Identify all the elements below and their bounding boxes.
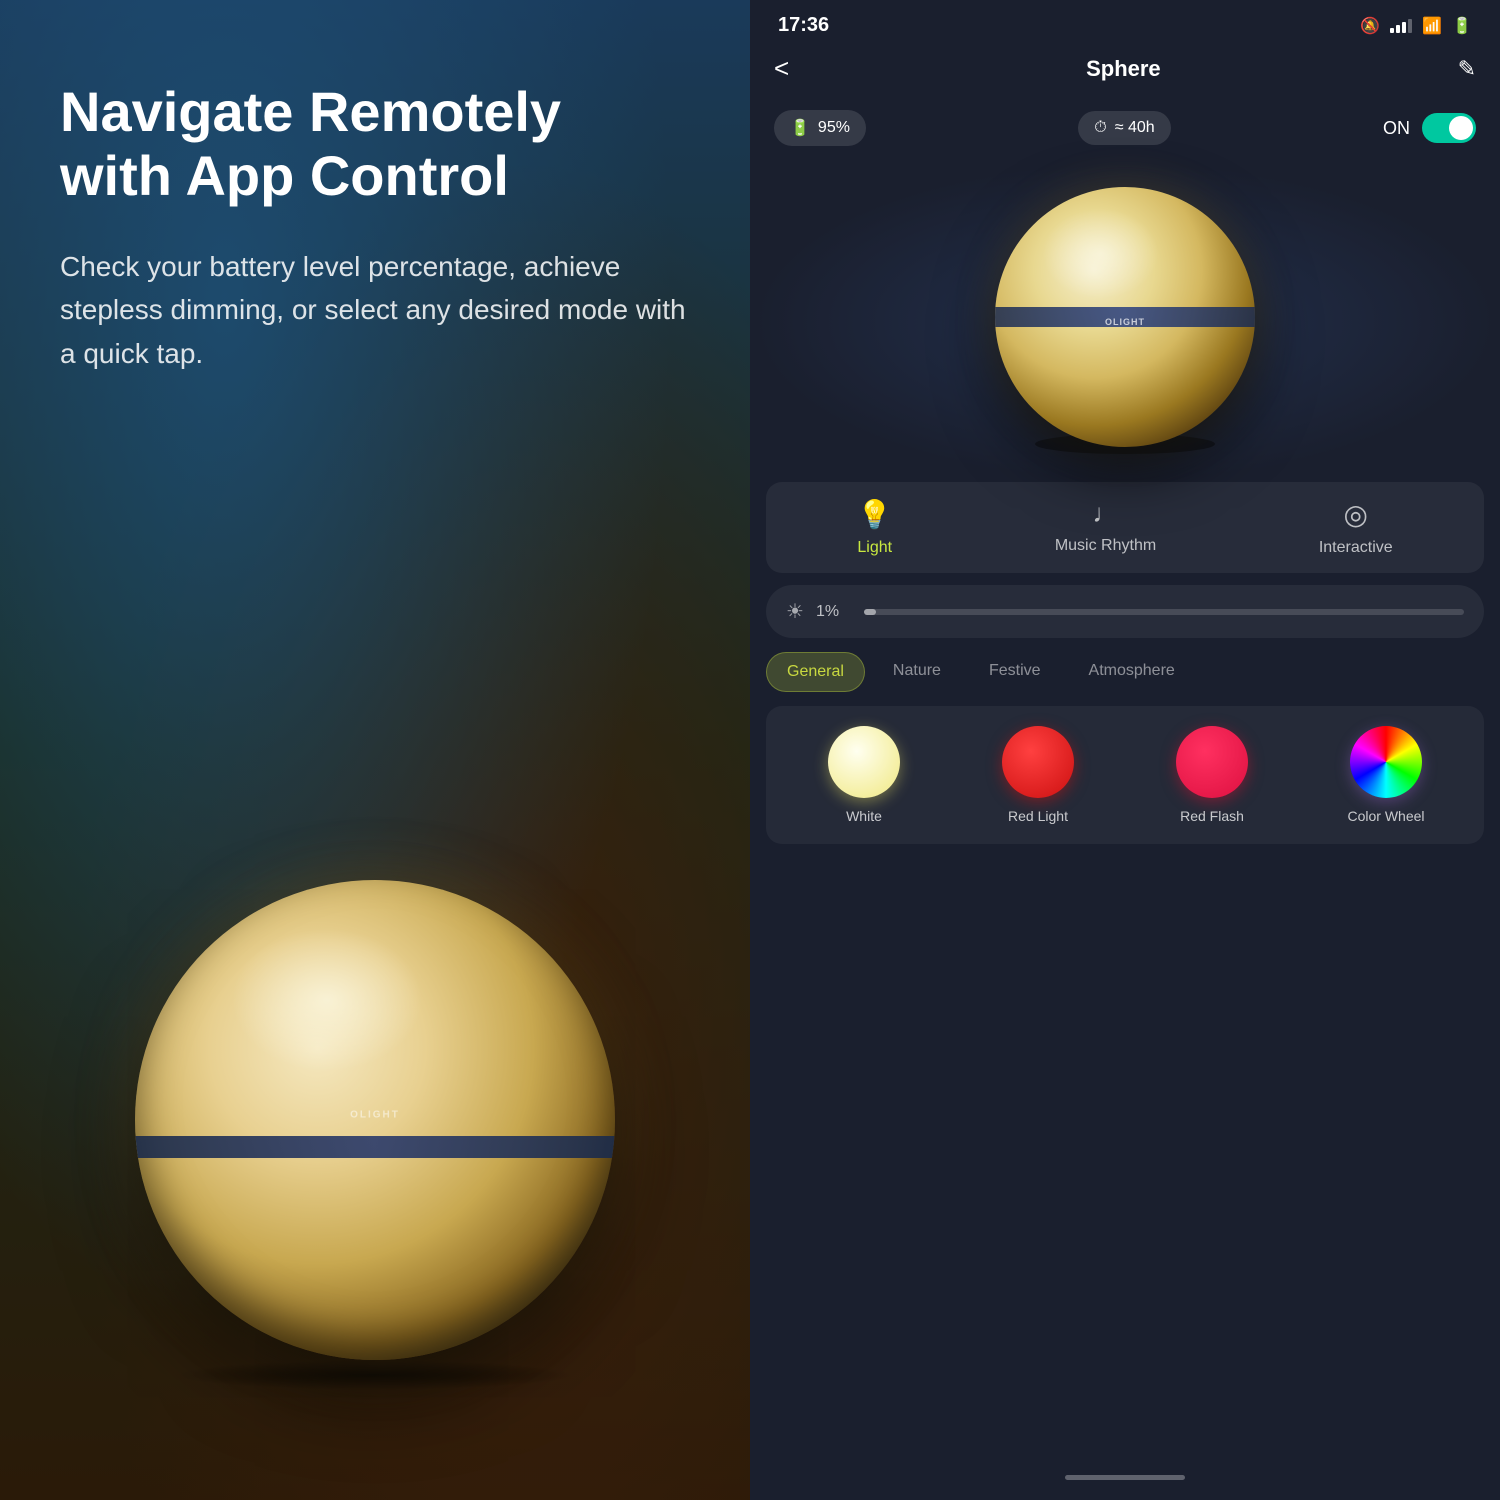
duration-badge: ⏱ ≈ 40h: [1078, 111, 1170, 145]
battery-full-icon: 🔋: [790, 118, 810, 138]
main-heading: Navigate Remotely with App Control: [60, 80, 690, 209]
mode-tab-interactive[interactable]: ◎ Interactive: [1319, 498, 1393, 557]
sub-text: Check your battery level percentage, ach…: [60, 245, 690, 375]
mode-label-music: Music Rhythm: [1055, 537, 1156, 555]
swatch-red-light: [1002, 726, 1074, 798]
scene-tab-general[interactable]: General: [766, 652, 865, 692]
info-row: 🔋 95% ⏱ ≈ 40h ON: [750, 100, 1500, 162]
device-sphere-shine: [1042, 208, 1159, 299]
music-icon: ♩: [1093, 498, 1119, 529]
battery-badge: 🔋 95%: [774, 110, 866, 146]
brightness-icon: ☀: [786, 599, 804, 624]
color-label-color-wheel: Color Wheel: [1347, 808, 1424, 824]
swatch-white: [828, 726, 900, 798]
color-item-red-flash[interactable]: Red Flash: [1130, 726, 1294, 824]
toggle-knob: [1449, 116, 1473, 140]
color-label-red-light: Red Light: [1008, 808, 1068, 824]
sphere-shadow: [175, 1360, 575, 1390]
power-toggle[interactable]: [1422, 113, 1476, 143]
color-grid: White Red Light Red Flash Color Wheel: [766, 706, 1484, 844]
sphere-body: OLIGHT: [135, 880, 615, 1360]
brightness-row[interactable]: ☀ 1%: [766, 585, 1484, 638]
power-label: ON: [1383, 118, 1410, 139]
mode-tab-music[interactable]: ♩ Music Rhythm: [1055, 498, 1156, 557]
sphere-band: [135, 1136, 615, 1158]
mode-tab-light[interactable]: 💡 Light: [857, 498, 892, 557]
brightness-fill: [864, 609, 876, 615]
signal-bar-2: [1396, 25, 1400, 33]
mute-icon: 🔕: [1360, 16, 1380, 36]
status-time: 17:36: [778, 14, 829, 37]
color-item-color-wheel[interactable]: Color Wheel: [1304, 726, 1468, 824]
mode-label-interactive: Interactive: [1319, 539, 1393, 557]
scene-tab-festive[interactable]: Festive: [969, 652, 1061, 692]
right-panel: 17:36 🔕 📶 🔋 < Sphere ✎ 🔋 95% ⏱ ≈ 40h: [750, 0, 1500, 1500]
nav-bar: < Sphere ✎: [750, 47, 1500, 100]
device-sphere-group: OLIGHT: [995, 187, 1255, 447]
device-sphere-brand: OLIGHT: [1105, 317, 1145, 327]
swatch-red-flash: [1176, 726, 1248, 798]
sphere-shine: [231, 928, 423, 1072]
duration-value: ≈ 40h: [1115, 119, 1155, 137]
battery-percentage: 95%: [818, 119, 850, 137]
device-sphere: OLIGHT: [995, 187, 1255, 447]
brightness-value: 1%: [816, 603, 852, 621]
brand-label: OLIGHT: [350, 1110, 400, 1121]
mode-label-light: Light: [857, 539, 892, 557]
scene-tab-nature[interactable]: Nature: [873, 652, 961, 692]
home-indicator: [1065, 1475, 1185, 1480]
page-title: Sphere: [1086, 56, 1161, 82]
device-area: OLIGHT: [750, 162, 1500, 482]
edit-button[interactable]: ✎: [1458, 56, 1476, 82]
color-item-white[interactable]: White: [782, 726, 946, 824]
scene-tab-atmosphere[interactable]: Atmosphere: [1069, 652, 1195, 692]
color-label-red-flash: Red Flash: [1180, 808, 1244, 824]
interactive-icon: ◎: [1344, 498, 1368, 531]
battery-icon: 🔋: [1452, 16, 1472, 36]
back-button[interactable]: <: [774, 53, 789, 84]
signal-bars: [1390, 19, 1412, 33]
light-icon: 💡: [857, 498, 892, 531]
signal-bar-1: [1390, 28, 1394, 33]
scene-tabs: General Nature Festive Atmosphere: [750, 652, 1500, 706]
color-label-white: White: [846, 808, 882, 824]
left-panel: Navigate Remotely with App Control Check…: [0, 0, 750, 1500]
bottom-indicator: [750, 1455, 1500, 1500]
status-bar: 17:36 🔕 📶 🔋: [750, 0, 1500, 47]
brightness-bar[interactable]: [864, 609, 1464, 615]
signal-bar-3: [1402, 22, 1406, 33]
text-content: Navigate Remotely with App Control Check…: [60, 80, 690, 375]
signal-bar-4: [1408, 19, 1412, 33]
power-toggle-row: ON: [1383, 113, 1476, 143]
mode-tabs: 💡 Light ♩ Music Rhythm ◎ Interactive: [766, 482, 1484, 573]
clock-icon: ⏱: [1094, 119, 1106, 137]
status-icons: 🔕 📶 🔋: [1360, 16, 1472, 36]
wifi-icon: 📶: [1422, 16, 1442, 36]
swatch-color-wheel: [1350, 726, 1422, 798]
color-item-red-light[interactable]: Red Light: [956, 726, 1120, 824]
product-sphere: OLIGHT: [115, 880, 635, 1400]
